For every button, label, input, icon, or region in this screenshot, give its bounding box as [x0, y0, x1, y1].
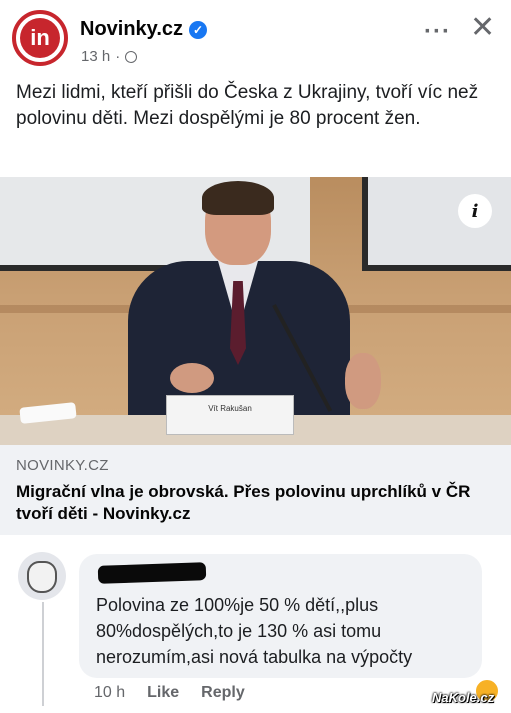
- link-domain: NOVINKY.CZ: [16, 457, 109, 474]
- reply-button[interactable]: Reply: [201, 684, 245, 702]
- globe-icon: [125, 50, 138, 63]
- close-icon[interactable]: ✕: [470, 10, 495, 45]
- comment-time[interactable]: 10 h: [94, 684, 125, 702]
- more-options-icon[interactable]: ···: [424, 18, 451, 46]
- husky-avatar-icon: [27, 561, 57, 593]
- post-meta: 13 h ·: [81, 48, 138, 65]
- photo-nameplate: Vít Rakušan: [166, 395, 294, 435]
- page-name-text[interactable]: Novinky.cz: [80, 18, 183, 41]
- watermark: NaKole.cz: [432, 690, 495, 705]
- post-text: Mezi lidmi, kteří přišli do Česka z Ukra…: [16, 82, 479, 129]
- comment-text: Polovina ze 100%je 50 % dětí,,plus 80%do…: [96, 595, 413, 667]
- page-name[interactable]: Novinky.cz ✓: [80, 18, 207, 41]
- meta-separator: ·: [115, 48, 121, 65]
- link-title[interactable]: Migrační vlna je obrovská. Přes polovinu…: [16, 481, 501, 525]
- like-button[interactable]: Like: [147, 684, 179, 702]
- comment-thread-line: [42, 602, 44, 706]
- post-photo[interactable]: Vít Rakušan i: [0, 177, 511, 445]
- comment-actions: 10 h Like Reply: [94, 684, 245, 702]
- photo-man-hand-right: [345, 353, 381, 409]
- redacted-commenter-name: [97, 562, 207, 584]
- commenter-avatar[interactable]: [18, 552, 66, 600]
- avatar-logo: in: [20, 18, 60, 58]
- info-icon[interactable]: i: [458, 194, 492, 228]
- photo-screen-right: [362, 177, 511, 271]
- photo-man-hand-left: [170, 363, 214, 393]
- page-avatar[interactable]: in: [12, 10, 68, 66]
- post-time[interactable]: 13 h: [81, 48, 110, 65]
- verified-badge-icon: ✓: [189, 20, 207, 39]
- photo-man-hair: [202, 181, 274, 215]
